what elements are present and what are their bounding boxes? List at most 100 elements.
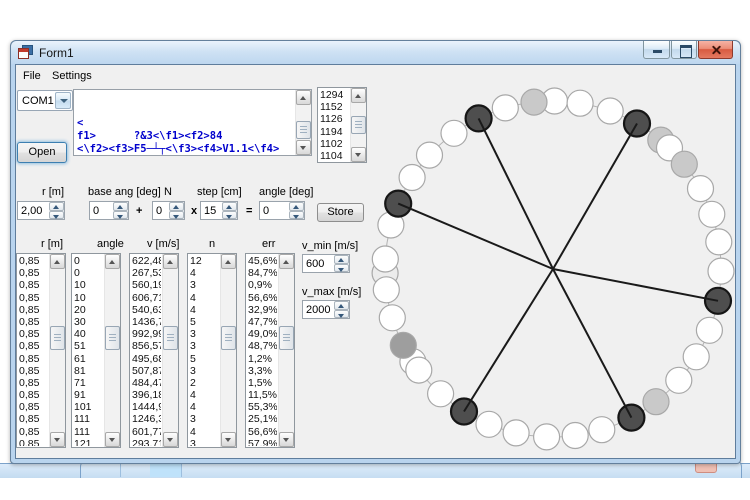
list-item[interactable]: 32,9% xyxy=(248,304,277,316)
list-item[interactable]: 25,1% xyxy=(248,413,277,425)
spin-down-button[interactable] xyxy=(113,211,128,220)
list-item[interactable]: 101 xyxy=(74,401,103,413)
menu-item-settings[interactable]: Settings xyxy=(48,69,96,83)
list-item[interactable]: 396,18 xyxy=(132,389,161,401)
step-spinner[interactable]: 15 xyxy=(200,201,238,220)
list-item[interactable]: 3 xyxy=(190,438,219,446)
list-item[interactable]: 3,3% xyxy=(248,365,277,377)
spin-down-button[interactable] xyxy=(222,211,237,220)
list-item[interactable]: 71 xyxy=(74,377,103,389)
angle-listbox[interactable]: 0010102030405161817191101111111121 xyxy=(71,253,121,448)
list-item[interactable]: 4 xyxy=(190,267,219,279)
list-item[interactable]: 2 xyxy=(190,377,219,389)
list-item[interactable]: 0,85 xyxy=(19,316,48,328)
scroll-up-button[interactable] xyxy=(221,254,236,269)
list-item[interactable]: 4 xyxy=(190,426,219,438)
list-item[interactable]: 0,85 xyxy=(19,389,48,401)
list-item[interactable]: 12 xyxy=(190,255,219,267)
scrollbar-thumb[interactable] xyxy=(105,326,120,350)
list-item[interactable]: 10 xyxy=(74,279,103,291)
menu-item-file[interactable]: File xyxy=(19,69,45,83)
list-item[interactable]: 84,7% xyxy=(248,267,277,279)
list-item[interactable]: 3 xyxy=(190,365,219,377)
list-item[interactable]: 1444,9 xyxy=(132,401,161,413)
list-item[interactable]: 495,68 xyxy=(132,353,161,365)
list-item[interactable]: 49,0% xyxy=(248,328,277,340)
v-listbox[interactable]: 622,48267,53560,19606,71540,631436,7992,… xyxy=(129,253,179,448)
list-item[interactable]: 5 xyxy=(190,353,219,365)
list-item[interactable]: 40 xyxy=(74,328,103,340)
list-item[interactable]: 0 xyxy=(74,267,103,279)
scrollbar-thumb[interactable] xyxy=(296,121,311,139)
list-item[interactable]: 57,9% xyxy=(248,438,277,446)
list-item[interactable]: 0,85 xyxy=(19,401,48,413)
spin-down-button[interactable] xyxy=(289,211,304,220)
scroll-down-button[interactable] xyxy=(221,432,236,447)
v-scrollbar[interactable] xyxy=(162,254,178,447)
list-item[interactable]: 45,6% xyxy=(248,255,277,267)
list-item[interactable]: 606,71 xyxy=(132,292,161,304)
close-button[interactable] xyxy=(698,41,733,59)
list-item[interactable]: 56,6% xyxy=(248,292,277,304)
list-item[interactable]: 0,85 xyxy=(19,438,48,446)
list-item[interactable]: 0,85 xyxy=(19,267,48,279)
serial-terminal[interactable]: <f1> ?&3<\f1><f2>84<\f2><f3>F5─┴┬<\f3><f… xyxy=(73,89,312,156)
list-item[interactable]: 48,7% xyxy=(248,340,277,352)
list-item[interactable]: 0,85 xyxy=(19,413,48,425)
list-item[interactable]: 560,19 xyxy=(132,279,161,291)
list-item[interactable]: 622,48 xyxy=(132,255,161,267)
err-scrollbar[interactable] xyxy=(278,254,294,447)
list-item[interactable]: 601,77 xyxy=(132,426,161,438)
spin-up-button[interactable] xyxy=(222,202,237,211)
list-item[interactable]: 856,57 xyxy=(132,340,161,352)
list-item[interactable]: 293,71 xyxy=(132,438,161,446)
n-listbox[interactable]: 12434453353244343 xyxy=(187,253,237,448)
chevron-down-icon[interactable] xyxy=(55,92,71,109)
list-item[interactable]: 4 xyxy=(190,292,219,304)
list-item[interactable]: 1436,7 xyxy=(132,316,161,328)
r-scrollbar[interactable] xyxy=(49,254,65,447)
list-item[interactable]: 992,99 xyxy=(132,328,161,340)
scroll-down-button[interactable] xyxy=(279,432,294,447)
spin-down-button[interactable] xyxy=(49,211,64,220)
list-item[interactable]: 3 xyxy=(190,328,219,340)
list-item[interactable]: 0 xyxy=(74,255,103,267)
list-item[interactable]: 91 xyxy=(74,389,103,401)
scrollbar-thumb[interactable] xyxy=(50,326,65,350)
list-item[interactable]: 0,85 xyxy=(19,377,48,389)
list-item[interactable]: 3 xyxy=(190,279,219,291)
list-item[interactable]: 10 xyxy=(74,292,103,304)
list-item[interactable]: 267,53 xyxy=(132,267,161,279)
com-port-select[interactable]: COM1 xyxy=(17,90,73,111)
list-item[interactable]: 540,63 xyxy=(132,304,161,316)
angle-spinner[interactable]: 0 xyxy=(259,201,305,220)
list-item[interactable]: 4 xyxy=(190,304,219,316)
title-bar[interactable]: Form1 xyxy=(11,41,740,64)
n-spinner[interactable]: 0 xyxy=(152,201,185,220)
scroll-up-button[interactable] xyxy=(279,254,294,269)
list-item[interactable]: 0,85 xyxy=(19,426,48,438)
spin-up-button[interactable] xyxy=(169,202,184,211)
angle-scrollbar[interactable] xyxy=(104,254,120,447)
list-item[interactable]: 1,5% xyxy=(248,377,277,389)
list-item[interactable]: 0,85 xyxy=(19,340,48,352)
list-item[interactable]: 111 xyxy=(74,426,103,438)
list-item[interactable]: 20 xyxy=(74,304,103,316)
scroll-up-button[interactable] xyxy=(50,254,65,269)
list-item[interactable]: 4 xyxy=(190,389,219,401)
list-item[interactable]: 30 xyxy=(74,316,103,328)
list-item[interactable]: 4 xyxy=(190,401,219,413)
list-item[interactable]: 507,87 xyxy=(132,365,161,377)
scroll-up-button[interactable] xyxy=(296,90,311,105)
list-item[interactable]: 0,85 xyxy=(19,255,48,267)
scrollbar-thumb[interactable] xyxy=(163,326,178,350)
spin-up-button[interactable] xyxy=(49,202,64,211)
n-scrollbar[interactable] xyxy=(220,254,236,447)
list-item[interactable]: 3 xyxy=(190,340,219,352)
list-item[interactable]: 3 xyxy=(190,413,219,425)
scroll-down-button[interactable] xyxy=(105,432,120,447)
err-listbox[interactable]: 45,6%84,7%0,9%56,6%32,9%47,7%49,0%48,7%1… xyxy=(245,253,295,448)
list-item[interactable]: 5 xyxy=(190,316,219,328)
terminal-scrollbar[interactable] xyxy=(295,90,311,155)
list-item[interactable]: < xyxy=(77,117,292,130)
